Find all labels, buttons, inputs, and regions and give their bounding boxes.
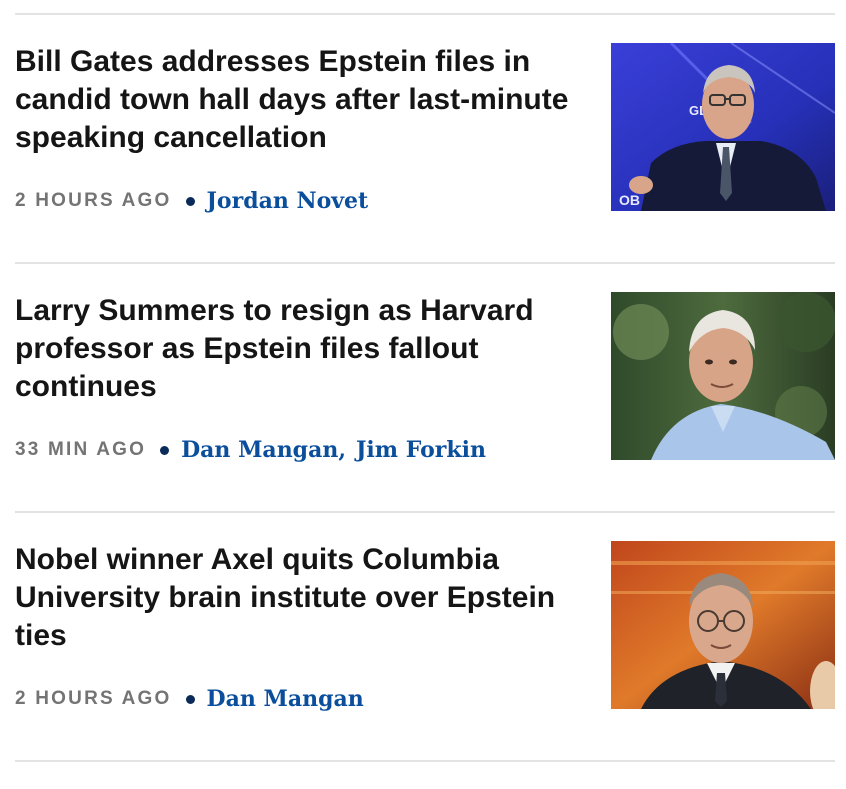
divider <box>15 262 835 264</box>
story-timestamp: 2 HOURS AGO <box>15 688 172 709</box>
story-thumbnail[interactable]: GL OB <box>611 43 835 211</box>
story-meta: 2 HOURS AGO Dan Mangan <box>15 681 364 717</box>
story-item: Nobel winner Axel quits Columbia Univers… <box>0 541 846 789</box>
divider <box>15 13 835 15</box>
author-link[interactable]: Dan Mangan <box>181 437 338 463</box>
speaker-photo: GL OB <box>611 43 835 211</box>
story-headline[interactable]: Bill Gates addresses Epstein files in ca… <box>15 43 575 157</box>
author-comma: , <box>338 437 346 463</box>
story-item: Bill Gates addresses Epstein files in ca… <box>0 43 846 291</box>
story-meta: 33 MIN AGO Dan Mangan , Jim Forkin <box>15 432 486 468</box>
news-feed: Bill Gates addresses Epstein files in ca… <box>0 0 846 778</box>
story-timestamp: 33 MIN AGO <box>15 439 147 460</box>
author-link[interactable]: Jim Forkin <box>356 437 486 463</box>
divider <box>15 511 835 513</box>
story-headline[interactable]: Nobel winner Axel quits Columbia Univers… <box>15 541 575 655</box>
bullet-separator <box>185 694 195 704</box>
bullet-separator <box>160 445 170 455</box>
portrait-photo <box>611 292 835 460</box>
story-timestamp: 2 HOURS AGO <box>15 190 172 211</box>
svg-text:OB: OB <box>619 192 640 208</box>
story-headline[interactable]: Larry Summers to resign as Harvard profe… <box>15 292 575 406</box>
divider <box>15 760 835 762</box>
story-thumbnail[interactable] <box>611 541 835 709</box>
story-item: Larry Summers to resign as Harvard profe… <box>0 292 846 540</box>
author-link[interactable]: Jordan Novet <box>207 188 369 214</box>
story-meta: 2 HOURS AGO Jordan Novet <box>15 183 368 219</box>
portrait-photo <box>611 541 835 709</box>
author-link[interactable]: Dan Mangan <box>207 686 364 712</box>
bullet-separator <box>185 196 195 206</box>
story-thumbnail[interactable] <box>611 292 835 460</box>
